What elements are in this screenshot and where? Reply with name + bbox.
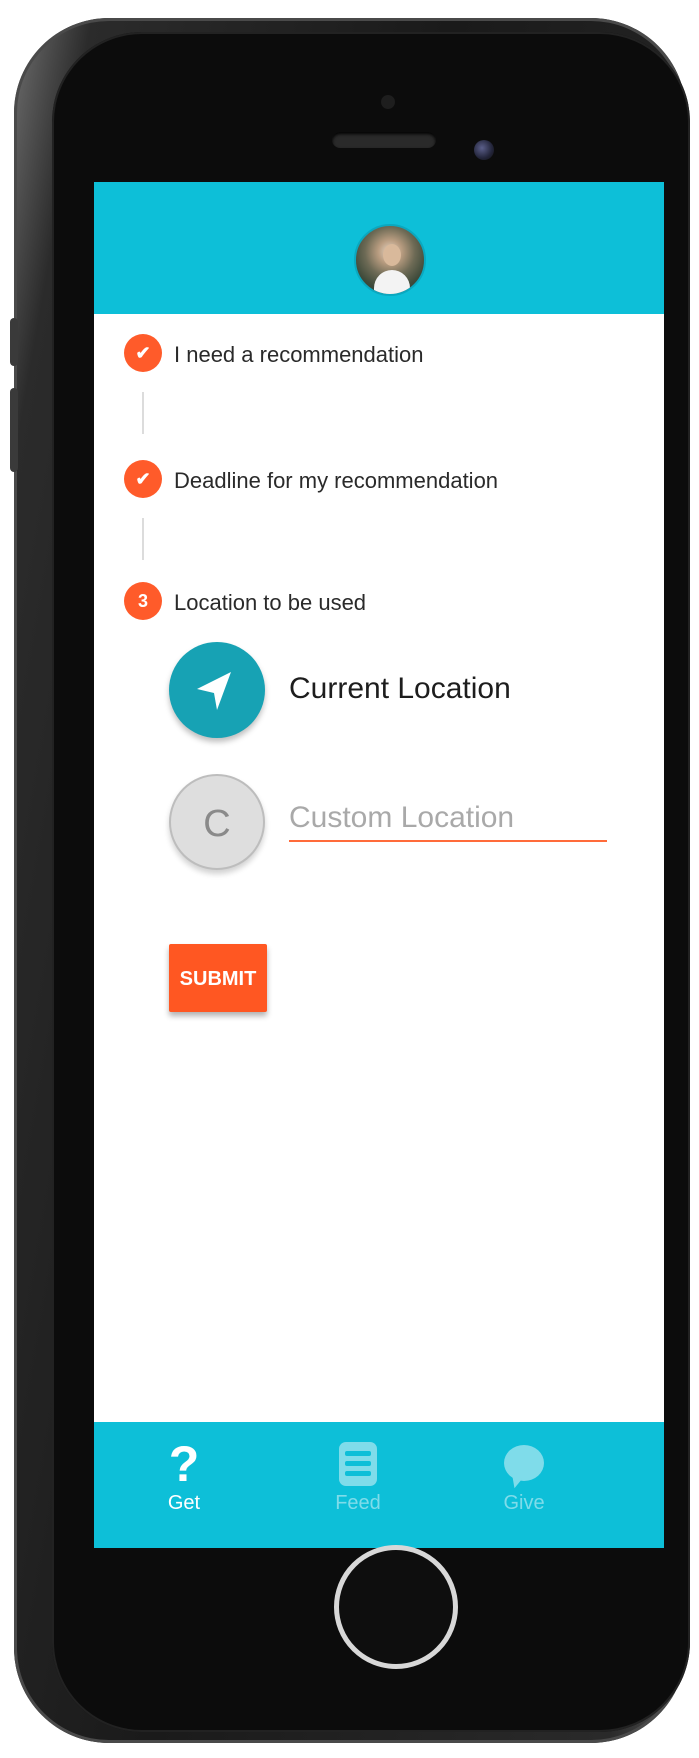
tab-get-label: Get — [167, 1492, 201, 1514]
step-1-label: I need a recommendation — [174, 342, 424, 367]
current-location-label: Current Location — [289, 672, 511, 705]
step-3-number: 3 — [124, 582, 162, 620]
tab-get[interactable]: ? Get — [124, 1436, 244, 1536]
earpiece-speaker — [332, 132, 436, 148]
home-button[interactable] — [334, 1545, 458, 1669]
list-icon-wrap — [298, 1436, 418, 1492]
step-2-label: Deadline for my recommendation — [174, 468, 499, 493]
step-2-check-icon: ✔ — [124, 460, 162, 498]
step-connector — [142, 392, 144, 434]
avatar[interactable] — [354, 224, 426, 296]
bottom-tab-bar: ? Get Feed Give — [94, 1422, 664, 1548]
navigation-arrow-icon — [197, 672, 231, 710]
submit-button[interactable]: SUBMIT — [169, 944, 267, 1012]
app-screen: ✔ I need a recommendation ✔ Deadline for… — [94, 182, 664, 1548]
tab-feed-label: Feed — [335, 1492, 381, 1514]
step-1-check-icon: ✔ — [124, 334, 162, 372]
chat-bubble-icon — [504, 1445, 544, 1481]
tab-give-label: Give — [503, 1492, 545, 1514]
step-3-label: Location to be used — [174, 590, 367, 615]
volume-button — [10, 388, 18, 472]
chat-bubble-icon-wrap — [464, 1436, 584, 1492]
app-header — [94, 182, 664, 314]
avatar-shirt — [374, 270, 410, 294]
custom-location-letter-avatar[interactable]: C — [169, 774, 265, 870]
custom-location-input[interactable] — [289, 796, 607, 842]
question-mark-icon: ? — [168, 1436, 200, 1492]
mute-switch — [10, 318, 18, 366]
avatar-head — [383, 244, 401, 266]
current-location-button[interactable] — [169, 642, 265, 738]
tab-give[interactable]: Give — [464, 1436, 584, 1536]
list-icon — [339, 1442, 377, 1486]
step-connector — [142, 518, 144, 560]
front-camera — [474, 140, 494, 160]
tab-feed[interactable]: Feed — [298, 1436, 418, 1536]
proximity-sensor — [381, 95, 395, 109]
